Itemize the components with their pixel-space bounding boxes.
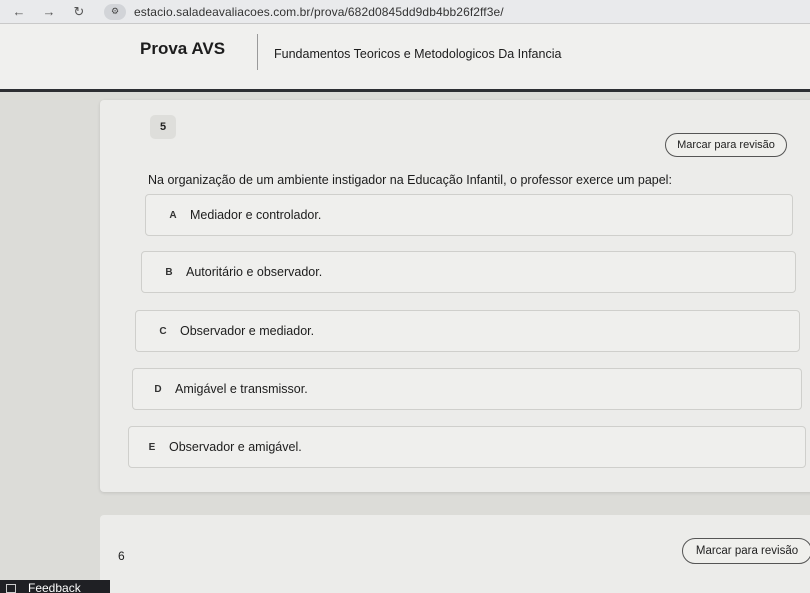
option-text: Autoritário e observador. xyxy=(186,265,323,279)
browser-toolbar: ← → ↻ ⚙ estacio.saladeavaliacoes.com.br/… xyxy=(0,0,810,24)
site-settings-icon[interactable]: ⚙ xyxy=(104,3,126,20)
reload-icon[interactable]: ↻ xyxy=(68,1,90,23)
option-e[interactable]: E Observador e amigável. xyxy=(128,426,806,468)
question-number: 5 xyxy=(150,115,176,139)
option-letter: A xyxy=(169,209,177,221)
forward-icon[interactable]: → xyxy=(38,1,60,23)
option-letter: E xyxy=(148,441,156,453)
option-b[interactable]: B Autoritário e observador. xyxy=(141,251,796,293)
exam-header: Prova AVS Fundamentos Teoricos e Metodol… xyxy=(0,24,810,92)
option-d[interactable]: D Amigável e transmissor. xyxy=(132,368,802,410)
option-a[interactable]: A Mediador e controlador. xyxy=(145,194,793,236)
option-c[interactable]: C Observador e mediador. xyxy=(135,310,800,352)
feedback-icon xyxy=(6,583,16,593)
back-icon[interactable]: ← xyxy=(8,1,30,23)
option-text: Mediador e controlador. xyxy=(190,208,322,222)
option-letter: C xyxy=(159,325,167,337)
question-text: Na organização de um ambiente instigador… xyxy=(148,173,672,187)
exam-subject: Fundamentos Teoricos e Metodologicos Da … xyxy=(274,47,562,61)
option-letter: B xyxy=(165,266,173,278)
option-text: Observador e mediador. xyxy=(180,324,315,338)
feedback-label: Feedback xyxy=(28,581,81,593)
address-bar[interactable]: estacio.saladeavaliacoes.com.br/prova/68… xyxy=(134,5,504,19)
next-question-number: 6 xyxy=(118,549,125,563)
feedback-button[interactable]: Feedback xyxy=(0,580,110,593)
option-text: Amigável e transmissor. xyxy=(175,382,308,396)
option-text: Observador e amigável. xyxy=(169,440,302,454)
exam-title: Prova AVS xyxy=(140,39,226,58)
mark-for-review-button[interactable]: Marcar para revisão xyxy=(665,133,787,157)
option-letter: D xyxy=(154,383,162,395)
header-divider xyxy=(257,34,258,70)
mark-for-review-button-2[interactable]: Marcar para revisão xyxy=(682,538,810,564)
